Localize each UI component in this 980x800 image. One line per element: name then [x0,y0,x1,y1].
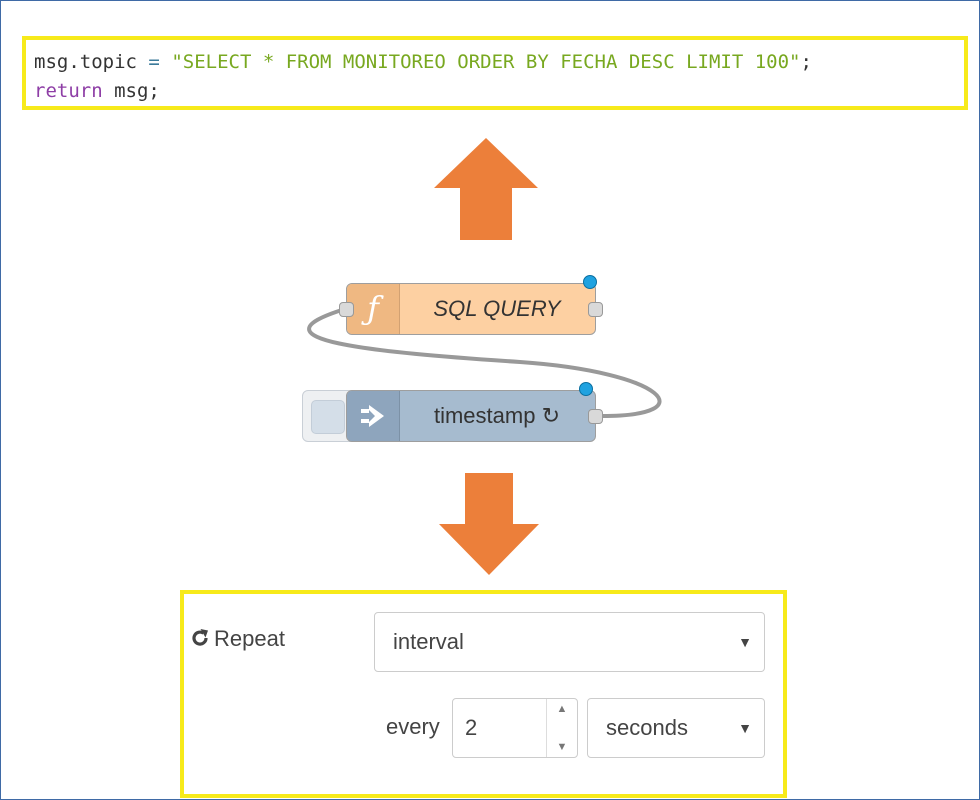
dropdown-caret-icon: ▼ [738,634,752,650]
repeat-label-row: Repeat [190,626,285,652]
output-port[interactable] [588,302,603,317]
svg-text:ƒ: ƒ [361,291,384,327]
inject-arrow-icon [361,405,384,427]
function-icon: ƒ [361,291,384,327]
interval-value: 2 [465,715,478,740]
input-port[interactable] [339,302,354,317]
output-port[interactable] [588,409,603,424]
interval-number-input[interactable]: 2 ▲ ▼ [452,698,578,758]
number-spinner[interactable]: ▲ ▼ [546,699,577,757]
timestamp-label: timestamp ↻ [433,403,561,428]
timestamp-node[interactable]: timestamp ↻ [346,382,603,442]
interval-unit-value: seconds [606,715,688,740]
spinner-down-icon[interactable]: ▼ [547,741,577,753]
inject-trigger-inner [311,400,345,434]
function-icon-box: ƒ [347,284,400,334]
repeat-settings-panel: Repeat interval ▼ every 2 ▲ ▼ seconds ▼ [180,590,787,798]
repeat-type-value: interval [393,629,464,654]
repeat-label: Repeat [214,626,285,651]
changed-indicator-dot [583,275,597,289]
spinner-up-icon[interactable]: ▲ [547,703,577,715]
sql-query-node[interactable]: ƒ SQL QUERY [339,275,603,335]
interval-unit-select[interactable]: seconds ▼ [587,698,765,758]
sql-query-label: SQL QUERY [433,296,561,321]
dropdown-caret-icon: ▼ [738,720,752,736]
down-arrow-icon [439,473,539,575]
every-label: every [386,714,440,739]
repeat-type-select[interactable]: interval ▼ [374,612,765,672]
inject-icon-box [347,391,400,441]
refresh-icon [192,629,208,646]
changed-indicator-dot [579,382,593,396]
